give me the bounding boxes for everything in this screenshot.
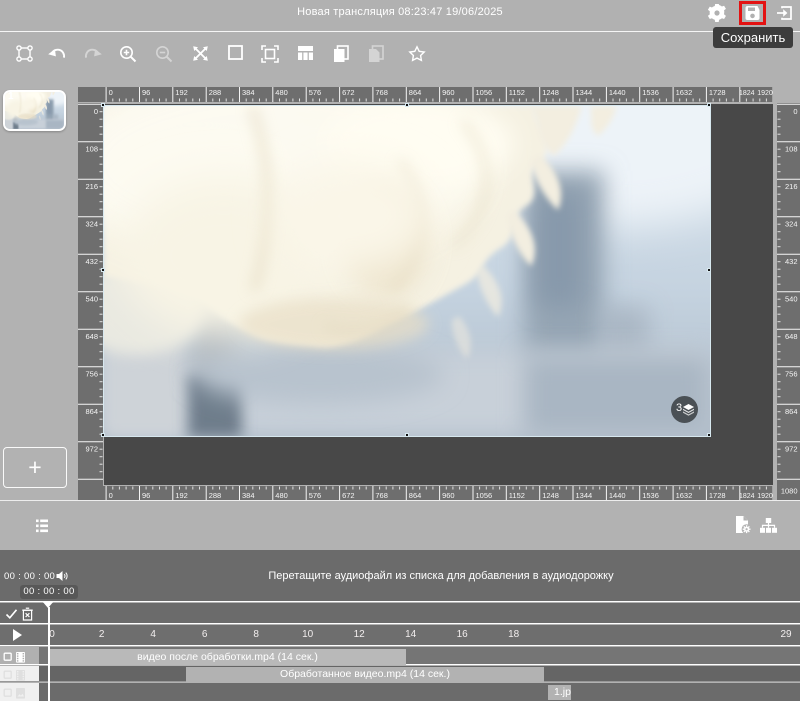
svg-text:1152: 1152 — [509, 88, 525, 97]
svg-text:108: 108 — [85, 145, 98, 154]
svg-text:756: 756 — [85, 370, 98, 379]
svg-text:216: 216 — [85, 182, 98, 191]
svg-text:1344: 1344 — [576, 491, 593, 500]
svg-text:960: 960 — [442, 491, 455, 500]
svg-text:288: 288 — [209, 88, 222, 97]
svg-text:1632: 1632 — [676, 491, 693, 500]
svg-text:1920: 1920 — [757, 90, 773, 97]
svg-text:972: 972 — [785, 445, 798, 454]
svg-text:0: 0 — [793, 107, 797, 116]
svg-text:1728: 1728 — [709, 88, 726, 97]
svg-text:864: 864 — [85, 407, 98, 416]
svg-text:972: 972 — [85, 445, 98, 454]
svg-text:192: 192 — [175, 88, 188, 97]
svg-text:1536: 1536 — [642, 88, 659, 97]
svg-text:1824: 1824 — [739, 493, 755, 500]
svg-text:540: 540 — [785, 295, 798, 304]
svg-text:1248: 1248 — [542, 491, 559, 500]
svg-text:324: 324 — [85, 220, 98, 229]
svg-text:672: 672 — [342, 88, 355, 97]
svg-text:864: 864 — [409, 88, 422, 97]
svg-text:1728: 1728 — [709, 491, 726, 500]
svg-text:216: 216 — [785, 182, 798, 191]
svg-text:96: 96 — [142, 88, 150, 97]
svg-text:648: 648 — [785, 332, 798, 341]
svg-text:432: 432 — [85, 257, 98, 266]
svg-text:576: 576 — [309, 88, 322, 97]
svg-text:1440: 1440 — [609, 491, 626, 500]
svg-text:960: 960 — [442, 88, 455, 97]
svg-text:432: 432 — [785, 257, 798, 266]
svg-text:1632: 1632 — [676, 88, 693, 97]
svg-text:324: 324 — [785, 220, 798, 229]
svg-text:1056: 1056 — [476, 491, 493, 500]
svg-text:384: 384 — [242, 88, 255, 97]
svg-text:1152: 1152 — [509, 491, 525, 500]
svg-text:648: 648 — [85, 332, 98, 341]
svg-text:1344: 1344 — [576, 88, 593, 97]
svg-text:864: 864 — [409, 491, 422, 500]
svg-text:192: 192 — [175, 491, 188, 500]
svg-text:756: 756 — [785, 370, 798, 379]
svg-text:0: 0 — [109, 491, 113, 500]
svg-text:1080: 1080 — [781, 487, 798, 496]
svg-text:0: 0 — [94, 107, 98, 116]
svg-text:288: 288 — [209, 491, 222, 500]
svg-text:480: 480 — [275, 491, 288, 500]
svg-text:1056: 1056 — [476, 88, 493, 97]
svg-text:672: 672 — [342, 491, 355, 500]
svg-text:576: 576 — [309, 491, 322, 500]
svg-text:540: 540 — [85, 295, 98, 304]
svg-text:768: 768 — [375, 491, 388, 500]
svg-text:1920: 1920 — [757, 493, 773, 500]
svg-text:864: 864 — [785, 407, 798, 416]
svg-text:480: 480 — [275, 88, 288, 97]
svg-text:96: 96 — [142, 491, 150, 500]
svg-text:1536: 1536 — [642, 491, 659, 500]
svg-text:108: 108 — [785, 145, 798, 154]
svg-text:1824: 1824 — [739, 90, 755, 97]
svg-text:0: 0 — [109, 88, 113, 97]
svg-text:384: 384 — [242, 491, 255, 500]
svg-text:768: 768 — [375, 88, 388, 97]
svg-text:1440: 1440 — [609, 88, 626, 97]
svg-text:1248: 1248 — [542, 88, 559, 97]
